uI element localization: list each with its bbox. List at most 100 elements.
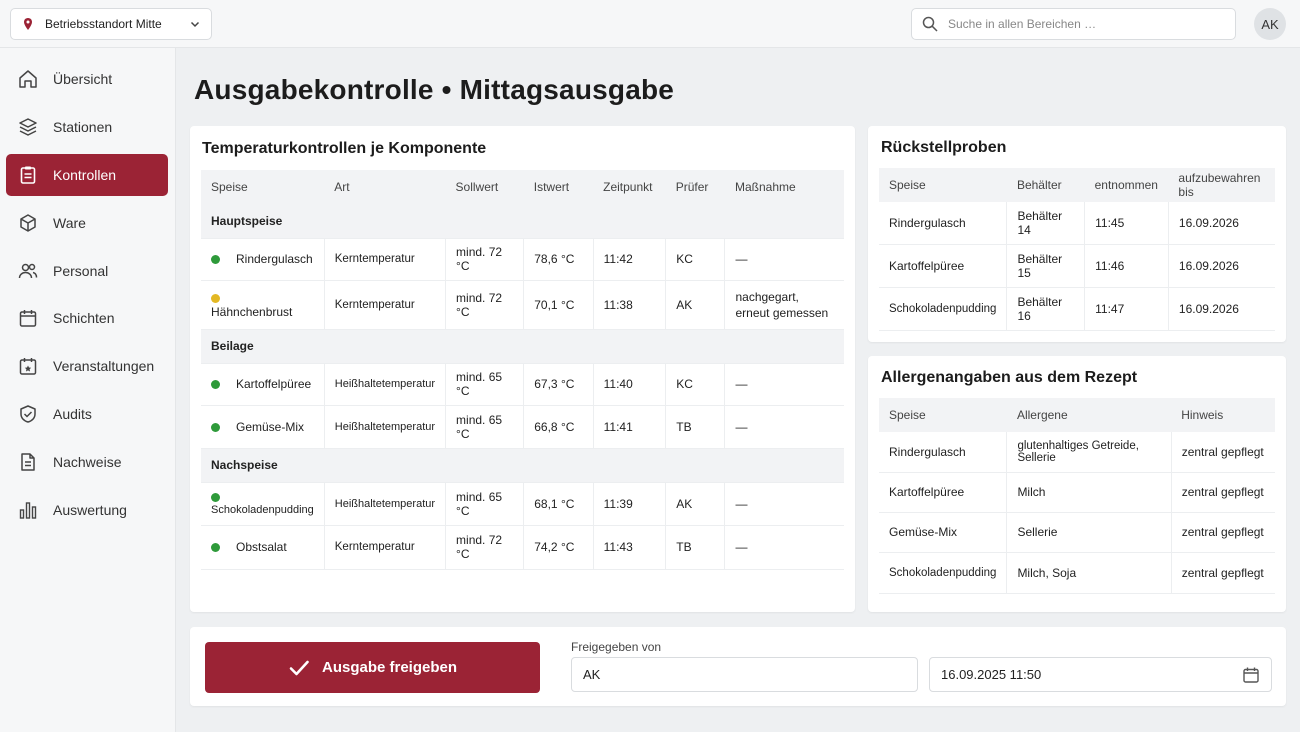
sidebar-item-ware[interactable]: Ware [6,202,168,244]
top-bar: Betriebsstandort Mitte AK [0,0,1300,48]
sidebar-item-uebersicht[interactable]: Übersicht [6,58,168,100]
target-value: mind. 65 °C [445,405,525,449]
bar-chart-icon [19,502,37,519]
measure-type: Heißhaltetemperatur [324,482,447,526]
taken-time: 11:47 [1084,287,1169,331]
target-value: mind. 65 °C [445,482,525,526]
status-ok-indicator [211,255,220,265]
column-header: Speise [201,170,325,204]
sidebar-item-label: Kontrollen [53,167,117,183]
note: zentral gepflegt [1171,472,1275,513]
inspector: AK [665,280,726,330]
action: — [724,238,844,281]
actual-value: 78,6 °C [523,238,594,281]
table-row[interactable]: Gemüse-Mix Sellerie zentral gepflegt [879,512,1275,553]
table-row[interactable]: Obstsalat Kerntemperatur mind. 72 °C 74,… [201,525,844,570]
column-header: aufzubewahren bis [1168,168,1275,202]
sidebar: Übersicht Stationen Kontrollen Ware Pers… [0,48,176,732]
allergen-list: glutenhaltiges Getreide, Sellerie [1006,432,1172,473]
table-row[interactable]: Rindergulasch Kerntemperatur mind. 72 °C… [201,238,844,281]
taken-time: 11:46 [1084,244,1169,288]
dish-cell: Hähnchenbrust [201,280,325,330]
note: zentral gepflegt [1171,512,1275,553]
released-by-field[interactable] [571,657,918,692]
sidebar-item-label: Schichten [53,310,115,326]
column-header: Istwert [523,170,594,204]
time-value: 11:39 [593,482,667,526]
group-row-hauptspeise: Hauptspeise [201,204,844,239]
time-value: 11:43 [593,525,667,570]
column-header: Allergene [1006,398,1172,432]
sidebar-item-nachweise[interactable]: Nachweise [6,441,168,483]
table-header-row: Speise Art Sollwert Istwert Zeitpunkt Pr… [201,170,844,204]
released-by-label: Freigegeben von [571,640,662,654]
document-icon [21,453,35,471]
actual-value: 74,2 °C [523,525,594,570]
dish-cell: Gemüse-Mix [201,405,325,449]
table-row[interactable]: Hähnchenbrust Kerntemperatur mind. 72 °C… [201,280,844,330]
release-datetime-input[interactable] [941,667,1242,682]
avatar[interactable]: AK [1254,8,1286,40]
dish-name: Kartoffelpüree [879,472,1008,513]
table-row[interactable]: Kartoffelpüree Behälter 15 11:46 16.09.2… [879,244,1275,288]
dish-name: Hähnchenbrust [211,304,293,319]
actual-value: 67,3 °C [523,363,594,406]
dish-name: Obstsalat [236,540,287,554]
release-button[interactable]: Ausgabe freigeben [205,642,540,693]
table-row[interactable]: Schokoladenpudding Heißhaltetemperatur m… [201,482,844,526]
taken-time: 11:45 [1084,202,1169,245]
temperature-table: Speise Art Sollwert Istwert Zeitpunkt Pr… [201,170,844,570]
calendar-star-icon [19,358,37,375]
sidebar-item-label: Stationen [53,119,113,135]
search-icon [922,16,938,32]
sidebar-item-audits[interactable]: Audits [6,393,168,435]
retain-samples-card: Rückstellproben Speise Behälter entnomme… [868,126,1286,342]
sidebar-item-personal[interactable]: Personal [6,250,168,292]
time-value: 11:41 [593,405,667,449]
allergen-list: Milch, Soja [1006,552,1172,594]
shield-check-icon [20,405,36,423]
allergens-card: Allergenangaben aus dem Rezept Speise Al… [868,356,1286,612]
column-header: Speise [879,398,1007,432]
released-by-input[interactable] [583,667,906,682]
sidebar-item-kontrollen[interactable]: Kontrollen [6,154,168,196]
action: — [724,525,844,570]
table-row[interactable]: Schokoladenpudding Milch, Soja zentral g… [879,552,1275,594]
table-row[interactable]: Rindergulasch glutenhaltiges Getreide, S… [879,432,1275,473]
dish-name: Kartoffelpüree [879,244,1008,288]
chevron-down-icon [190,21,200,28]
time-value: 11:40 [593,363,667,406]
time-value: 11:42 [593,238,667,281]
location-select[interactable]: Betriebsstandort Mitte [10,8,212,40]
status-warning-indicator [211,293,220,303]
sidebar-item-stationen[interactable]: Stationen [6,106,168,148]
allergen-list: Sellerie [1006,512,1172,553]
calendar-icon [19,310,37,327]
search-input[interactable] [948,17,1225,31]
calendar-icon[interactable] [1242,666,1260,684]
action: — [724,405,844,449]
dish-name: Schokoladenpudding [879,287,1008,331]
target-value: mind. 72 °C [445,280,525,330]
actual-value: 66,8 °C [523,405,594,449]
sidebar-item-label: Ware [53,215,86,231]
sidebar-item-auswertung[interactable]: Auswertung [6,489,168,531]
table-row[interactable]: Schokoladenpudding Behälter 16 11:47 16.… [879,287,1275,331]
table-row[interactable]: Kartoffelpüree Milch zentral gepflegt [879,472,1275,513]
users-icon [18,263,38,279]
column-header: Behälter [1006,168,1085,202]
temperature-card: Temperaturkontrollen je Komponente Speis… [190,126,855,612]
table-row[interactable]: Gemüse-Mix Heißhaltetemperatur mind. 65 … [201,405,844,449]
table-row[interactable]: Kartoffelpüree Heißhaltetemperatur mind.… [201,363,844,406]
sidebar-item-schichten[interactable]: Schichten [6,297,168,339]
measure-type: Kerntemperatur [324,280,447,330]
column-header: Art [324,170,446,204]
search-box[interactable] [911,8,1236,40]
table-row[interactable]: Rindergulasch Behälter 14 11:45 16.09.20… [879,202,1275,245]
release-datetime-field[interactable] [929,657,1272,692]
note: zentral gepflegt [1171,552,1275,594]
container: Behälter 15 [1006,244,1086,288]
dish-cell: Rindergulasch [201,238,325,281]
sidebar-item-veranstaltungen[interactable]: Veranstaltungen [6,345,168,387]
dish-cell: Kartoffelpüree [201,363,325,406]
